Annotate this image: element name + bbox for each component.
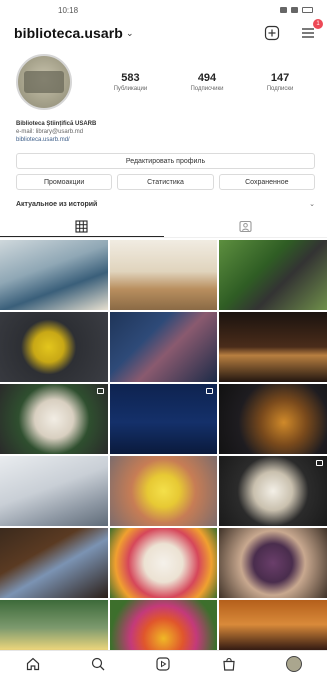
stat-posts[interactable]: 583 Публикации	[114, 72, 148, 92]
nav-shop[interactable]	[218, 653, 240, 675]
profile-tabs	[0, 216, 327, 238]
multiple-photos-icon	[206, 388, 214, 394]
profile-summary: 583 Публикации 494 Подписчики 147 Подпис…	[0, 46, 327, 112]
promotions-button[interactable]: Промоакции	[16, 174, 113, 190]
profile-bio: Biblioteca Științifică USARB e-mail: lib…	[0, 112, 327, 144]
add-post-icon	[264, 25, 280, 41]
stat-number: 583	[121, 72, 140, 84]
stat-label: Публикации	[113, 86, 148, 92]
home-icon	[26, 657, 39, 670]
bottom-navigation	[0, 650, 327, 676]
nav-search[interactable]	[87, 653, 109, 675]
tab-posts-grid[interactable]	[0, 216, 164, 237]
saved-button[interactable]: Сохраненное	[218, 174, 315, 190]
search-icon	[91, 657, 105, 670]
highlights-label: Актуальное из историй	[16, 200, 98, 208]
stat-label: Подписки	[266, 86, 294, 92]
post-thumbnail[interactable]	[109, 312, 218, 382]
story-highlights-toggle[interactable]: Актуальное из историй ⌄	[0, 194, 327, 214]
signal-icon	[280, 7, 287, 13]
account-switcher[interactable]: biblioteca.usarb ⌄	[14, 25, 134, 41]
multiple-photos-icon	[96, 388, 104, 394]
tab-tagged[interactable]	[164, 216, 327, 237]
stat-following[interactable]: 147 Подписки	[267, 72, 294, 92]
reels-icon	[156, 656, 171, 671]
stat-followers[interactable]: 494 Подписчики	[190, 72, 223, 92]
insights-button[interactable]: Статистика	[117, 174, 214, 190]
profile-action-row: Промоакции Статистика Сохраненное	[16, 174, 315, 190]
avatar[interactable]	[16, 54, 72, 110]
battery-icon	[302, 7, 313, 13]
chevron-down-icon: ⌄	[309, 201, 315, 208]
profile-avatar-icon	[286, 655, 303, 672]
post-thumbnail[interactable]	[109, 528, 218, 598]
multiple-photos-icon	[315, 460, 323, 466]
post-thumbnail[interactable]	[109, 240, 218, 310]
post-thumbnail[interactable]	[0, 384, 108, 454]
post-thumbnail[interactable]	[0, 528, 108, 598]
bio-link[interactable]: biblioteca.usarb.md/	[16, 136, 311, 144]
notification-badge: 1	[313, 19, 323, 29]
profile-screen: 10:18 biblioteca.usarb ⌄ 1 583 Публикаци…	[0, 0, 327, 676]
post-thumbnail[interactable]	[219, 312, 327, 382]
status-icons	[280, 7, 313, 13]
post-thumbnail[interactable]	[219, 384, 327, 454]
post-thumbnail[interactable]	[0, 456, 108, 526]
tagged-icon	[239, 220, 252, 233]
nav-profile[interactable]	[283, 653, 305, 675]
username: biblioteca.usarb	[14, 25, 123, 41]
post-thumbnail[interactable]	[109, 456, 218, 526]
post-thumbnail[interactable]	[219, 240, 327, 310]
wifi-icon	[291, 7, 298, 13]
nav-reels[interactable]	[152, 653, 174, 675]
post-thumbnail[interactable]	[219, 456, 327, 526]
nav-home[interactable]	[22, 653, 44, 675]
grid-icon	[75, 219, 88, 233]
new-post-button[interactable]	[263, 24, 281, 42]
stat-number: 147	[270, 72, 290, 84]
edit-profile-button[interactable]: Редактировать профиль	[16, 153, 315, 169]
status-bar: 10:18	[0, 0, 327, 20]
post-thumbnail[interactable]	[0, 240, 108, 310]
profile-stats: 583 Публикации 494 Подписчики 147 Подпис…	[92, 72, 315, 92]
stat-label: Подписчики	[190, 86, 224, 92]
shop-bag-icon	[223, 657, 235, 671]
bio-text: e-mail: library@usarb.md	[16, 129, 84, 135]
post-thumbnail[interactable]	[0, 312, 108, 382]
bio-name: Biblioteca Științifică USARB	[16, 121, 97, 127]
profile-header: biblioteca.usarb ⌄ 1	[0, 19, 327, 46]
status-time: 10:18	[58, 5, 79, 15]
chevron-down-icon: ⌄	[125, 27, 134, 38]
avatar-image	[24, 71, 64, 93]
menu-button[interactable]: 1	[299, 19, 323, 42]
stat-number: 494	[197, 72, 217, 84]
post-thumbnail[interactable]	[219, 528, 327, 598]
post-thumbnail[interactable]	[109, 384, 218, 454]
post-grid	[0, 238, 327, 670]
